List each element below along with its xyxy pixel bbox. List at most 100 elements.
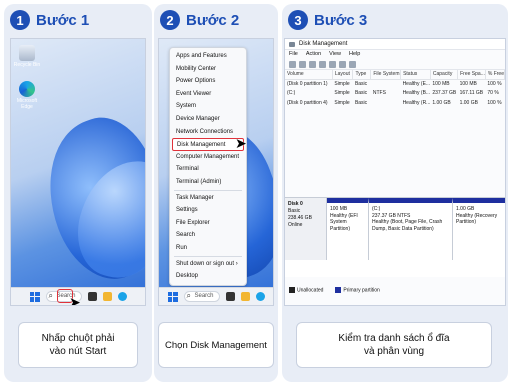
table-row[interactable]: (C:) Simple Basic NTFS Healthy (B... 237…	[285, 89, 505, 99]
recycle-bin-label: Recycle Bin	[13, 62, 41, 68]
menu-item-power-options[interactable]: Power Options	[170, 75, 246, 88]
table-cell: NTFS	[372, 90, 386, 97]
disk-0-label[interactable]: Disk 0 Basic 238.46 GB Online	[285, 198, 327, 260]
table-header-row: Volume Layout Type File System Status Ca…	[285, 70, 505, 80]
start-button-icon[interactable]	[29, 291, 40, 302]
forward-icon[interactable]	[299, 60, 306, 68]
column-header[interactable]: % Free	[485, 70, 505, 80]
start-button-icon[interactable]	[167, 291, 178, 302]
refresh-icon[interactable]	[329, 60, 336, 68]
column-header[interactable]: Free Spa...	[457, 70, 486, 80]
file-explorer-icon[interactable]	[240, 292, 250, 301]
menu-item-shut-down-label: Shut down or sign out	[176, 260, 235, 267]
window-title: Disk Management	[285, 39, 505, 50]
disk-map: Disk 0 Basic 238.46 GB Online 100 MB Hea…	[285, 197, 505, 277]
menu-action[interactable]: Action	[306, 50, 321, 59]
step-1-title: Bước 1	[36, 11, 90, 29]
disk-legend: Unallocated Primary partition	[289, 287, 380, 293]
menu-file[interactable]: File	[289, 50, 298, 59]
disk-state: Online	[288, 222, 303, 228]
table-cell: Simple	[334, 81, 350, 87]
recycle-bin-desktop-icon[interactable]: Recycle Bin	[13, 45, 41, 68]
step-1-header: 1 Bước 1	[10, 10, 89, 30]
step-3-caption-line-1: Kiểm tra danh sách ổ đĩa	[338, 333, 450, 344]
menubar: File Action View Help	[285, 50, 505, 59]
taskbar-search-box[interactable]: Search	[183, 291, 220, 302]
mouse-cursor-icon: ➤	[69, 294, 81, 306]
menu-item-event-viewer[interactable]: Event Viewer	[170, 88, 246, 101]
settings-icon[interactable]	[339, 60, 346, 68]
table-cell: (Disk 0 partition 1)	[287, 81, 328, 87]
column-header[interactable]: Type	[352, 70, 372, 80]
menu-separator	[174, 189, 242, 191]
step-1-caption-line-1: Nhấp chuột phải	[41, 333, 115, 344]
menu-item-apps-and-features[interactable]: Apps and Features	[170, 50, 246, 63]
menu-item-terminal[interactable]: Terminal	[170, 163, 246, 176]
menu-help[interactable]: Help	[349, 50, 360, 59]
table-cell: 1.00 GB	[459, 99, 478, 106]
chevron-right-icon: ›	[235, 260, 238, 267]
step-3-number: 3	[288, 10, 308, 30]
table-cell: Basic	[354, 90, 368, 97]
column-header[interactable]: Capacity	[430, 70, 459, 80]
step-2-number: 2	[160, 10, 180, 30]
disk-name: Disk 0	[288, 201, 303, 207]
step-3-title: Bước 3	[314, 11, 368, 29]
menu-item-run[interactable]: Run	[170, 242, 246, 255]
column-header[interactable]: Layout	[332, 70, 354, 80]
menu-item-device-manager[interactable]: Device Manager	[170, 113, 246, 126]
menu-item-desktop[interactable]: Desktop	[170, 270, 246, 283]
delete-icon[interactable]	[349, 60, 356, 68]
menu-item-system[interactable]: System	[170, 100, 246, 113]
table-row[interactable]: (Disk 0 partition 1) Simple Basic Health…	[285, 79, 505, 89]
back-icon[interactable]	[289, 60, 296, 68]
table-cell: Healthy (E...	[402, 81, 431, 87]
help-icon[interactable]	[319, 60, 326, 68]
menu-view[interactable]: View	[329, 50, 341, 59]
table-cell: 70 %	[487, 90, 499, 97]
menu-item-file-explorer[interactable]: File Explorer	[170, 217, 246, 230]
menu-item-mobility-center[interactable]: Mobility Center	[170, 63, 246, 76]
column-header[interactable]: File System	[370, 70, 402, 80]
partition-recovery[interactable]: 1.00 GB Healthy (Recovery Partition)	[453, 198, 505, 260]
file-explorer-icon[interactable]	[102, 292, 112, 301]
menu-item-computer-management[interactable]: Computer Management	[170, 151, 246, 164]
edge-desktop-icon[interactable]: Microsoft Edge	[13, 81, 41, 110]
column-header[interactable]: Volume	[285, 70, 333, 80]
table-row[interactable]: (Disk 0 partition 4) Simple Basic Health…	[285, 98, 505, 108]
task-view-icon[interactable]	[87, 292, 97, 301]
volume-table: Volume Layout Type File System Status Ca…	[285, 70, 505, 108]
table-cell: (C:)	[287, 90, 296, 97]
table-cell	[371, 79, 401, 89]
edge-label: Microsoft Edge	[16, 98, 38, 110]
menu-item-settings[interactable]: Settings	[170, 204, 246, 217]
table-cell: 100 %	[487, 81, 502, 87]
legend-primary-label: Primary partition	[343, 287, 380, 294]
table-cell: 1.00 GB	[432, 99, 451, 106]
partition-text: Partition)	[456, 219, 477, 225]
menu-item-shut-down[interactable]: Shut down or sign out ›	[170, 258, 246, 271]
step-2-caption-text: Chọn Disk Management	[165, 339, 267, 351]
step-3-caption: Kiểm tra danh sách ổ đĩa và phân vùng	[296, 322, 492, 368]
menu-separator	[174, 255, 242, 257]
menu-item-task-manager[interactable]: Task Manager	[170, 192, 246, 205]
properties-icon[interactable]	[309, 60, 316, 68]
column-header[interactable]: Status	[400, 70, 431, 80]
recycle-bin-icon	[19, 45, 35, 61]
partition-c[interactable]: (C:) 237.37 GB NTFS Healthy (Boot, Page …	[369, 198, 453, 260]
task-view-icon[interactable]	[225, 292, 235, 301]
menu-item-terminal-admin[interactable]: Terminal (Admin)	[170, 176, 246, 189]
table-cell: Basic	[354, 99, 368, 106]
edge-icon	[19, 81, 35, 97]
table-cell: Healthy (R...	[402, 99, 431, 106]
menu-item-search[interactable]: Search	[170, 229, 246, 242]
edge-taskbar-icon[interactable]	[255, 292, 265, 301]
step-1-caption-line-2: vào nút Start	[49, 346, 107, 357]
table-cell: Healthy (B...	[402, 90, 431, 97]
menu-item-disk-management[interactable]: Disk Management	[172, 138, 244, 151]
table-cell: Simple	[334, 90, 350, 97]
partition-efi[interactable]: 100 MB Healthy (EFI System Partition)	[327, 198, 369, 260]
disk-size: 238.46 GB	[288, 215, 312, 221]
edge-taskbar-icon[interactable]	[117, 292, 127, 301]
legend-primary: Primary partition	[335, 287, 380, 294]
